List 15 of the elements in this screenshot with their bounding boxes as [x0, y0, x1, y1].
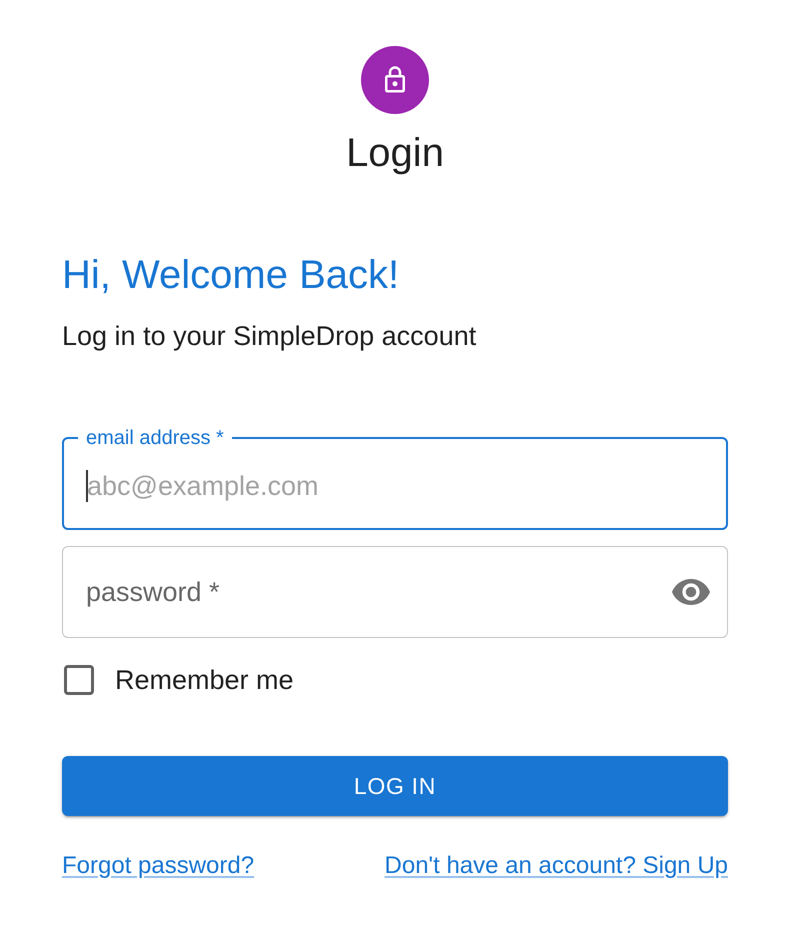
page-title: Login: [346, 130, 444, 177]
field-label: email address *: [85, 426, 225, 450]
field-label: password *: [86, 576, 221, 609]
lock-icon: [361, 46, 429, 114]
login-button[interactable]: LOG IN: [62, 756, 728, 816]
text-cursor-icon: [86, 470, 88, 502]
password-field[interactable]: password *: [62, 546, 728, 638]
sign-up-link[interactable]: Don't have an account? Sign Up: [384, 848, 728, 884]
eye-icon[interactable]: [672, 579, 710, 605]
checkbox[interactable]: [64, 665, 94, 695]
subtitle-text: Log in to your SimpleDrop account: [62, 320, 476, 353]
text-input[interactable]: abc@example.com: [87, 466, 704, 506]
forgot-password-link[interactable]: Forgot password?: [62, 848, 254, 884]
checkbox-label: Remember me: [115, 664, 294, 697]
welcome-heading: Hi, Welcome Back!: [62, 252, 400, 299]
